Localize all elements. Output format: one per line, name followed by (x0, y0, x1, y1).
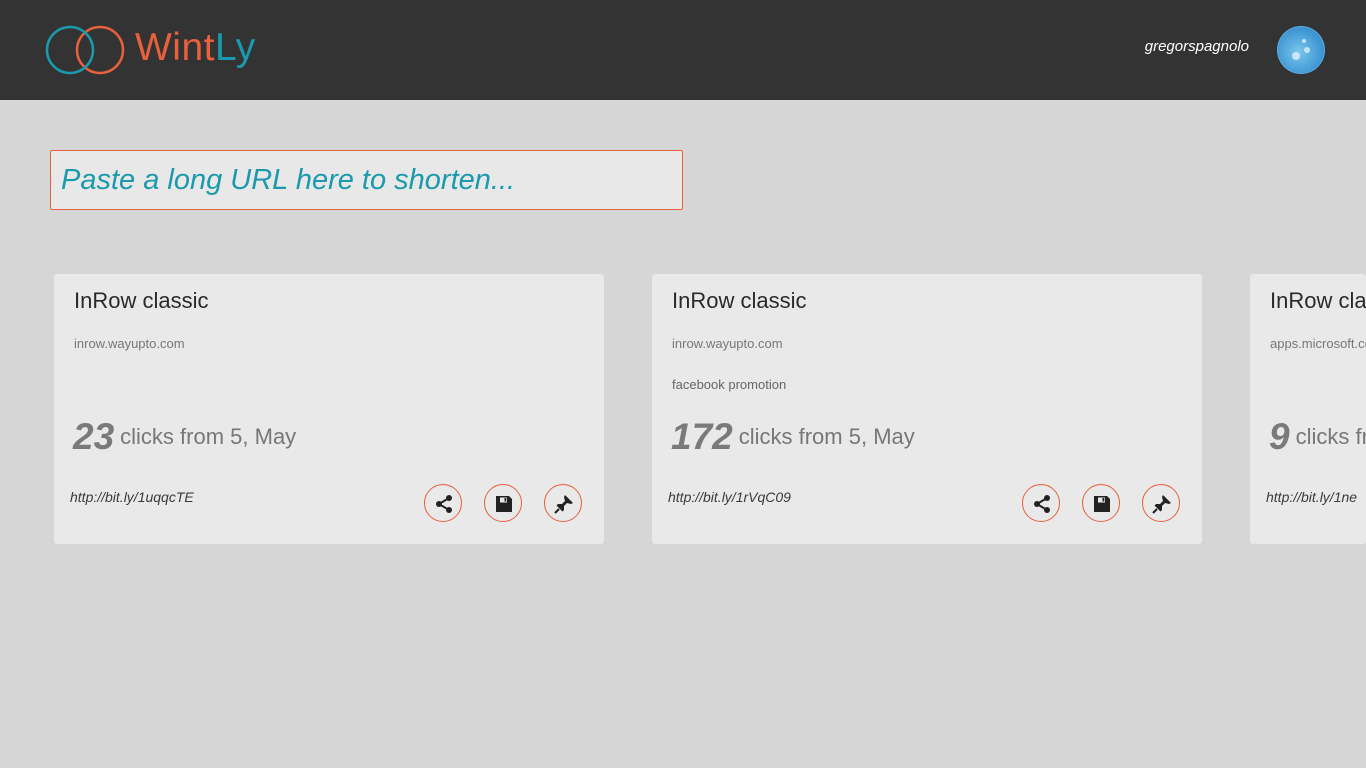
logo-text-part2: Ly (215, 26, 256, 69)
save-button[interactable] (1082, 484, 1120, 522)
click-count: 172 (671, 416, 733, 457)
save-icon (496, 496, 512, 512)
card-domain: apps.microsoft.com (1270, 336, 1366, 351)
pin-button[interactable] (1142, 484, 1180, 522)
avatar-bubbles-icon (1292, 39, 1310, 60)
card-title: InRow classic (672, 288, 807, 313)
save-icon (1094, 496, 1110, 512)
link-card[interactable]: InRow classic apps.microsoft.com 9clicks… (1250, 274, 1366, 544)
logo-text-part1: Wint (135, 26, 215, 69)
share-button[interactable] (1022, 484, 1060, 522)
long-url-input[interactable] (50, 150, 683, 210)
clicks-label: clicks from 5, May (738, 424, 915, 449)
click-count: 23 (73, 416, 115, 457)
card-domain: inrow.wayupto.com (672, 336, 783, 351)
card-note: facebook promotion (672, 377, 787, 392)
link-card[interactable]: InRow classic inrow.wayupto.com 23 clicks… (54, 274, 604, 544)
user-avatar[interactable] (1277, 26, 1325, 74)
card-title: InRow classic (74, 288, 209, 313)
pin-icon (1152, 495, 1171, 514)
share-icon (1034, 495, 1050, 513)
username-label[interactable]: gregorspagnolo (1145, 38, 1249, 55)
short-url-link[interactable]: http://bit.ly/1ne (1266, 489, 1357, 505)
link-card[interactable]: InRow classic inrow.wayupto.com facebook… (652, 274, 1202, 544)
click-count: 9 (1269, 416, 1290, 457)
short-url-link[interactable]: http://bit.ly/1uqqcTE (70, 489, 194, 505)
top-bar: WintLy gregorspagnolo (0, 0, 1366, 100)
pin-button[interactable] (544, 484, 582, 522)
card-domain: inrow.wayupto.com (74, 336, 185, 351)
pin-icon (554, 495, 573, 514)
clicks-label: clicks from 5, May (120, 424, 297, 449)
card-stats: 9clicks from 5, May (1269, 416, 1366, 458)
app-logo-text: WintLy (135, 22, 256, 74)
clicks-label: clicks from 5, May (1295, 424, 1366, 449)
share-button[interactable] (424, 484, 462, 522)
short-url-link[interactable]: http://bit.ly/1rVqC09 (668, 489, 791, 505)
card-stats: 23 clicks from 5, May (73, 416, 296, 458)
share-icon (436, 495, 452, 513)
card-stats: 172 clicks from 5, May (671, 416, 915, 458)
card-title: InRow classic (1270, 288, 1366, 313)
logo-rings-icon (45, 25, 125, 75)
save-button[interactable] (484, 484, 522, 522)
